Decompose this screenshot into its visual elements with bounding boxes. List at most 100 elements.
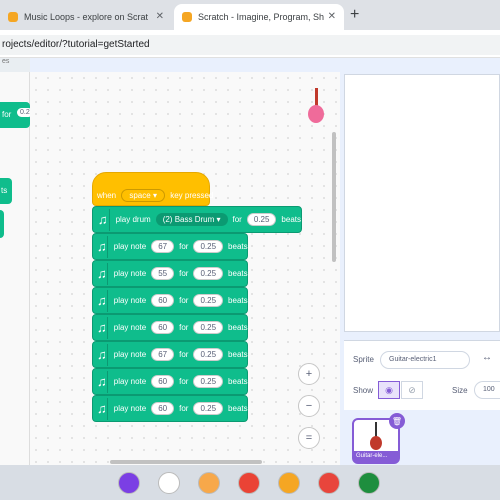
play-note-block[interactable]: ♫ play note 60 for 0.25 beats [92,368,248,395]
play-note-block[interactable]: ♫ play note 60 for 0.25 beats [92,395,248,422]
scratch-favicon-icon [182,12,192,22]
category-strip[interactable]: es [0,58,30,72]
for-label: for [232,215,242,224]
for-label: for [179,377,189,386]
url-field[interactable]: rojects/editor/?tutorial=getStarted [0,35,500,55]
scratchjr-cat-icon[interactable] [198,472,220,494]
beats-input[interactable]: 0.25 [193,402,224,415]
workspace-vertical-scrollbar[interactable] [332,132,336,262]
zoom-reset-icon: = [305,432,313,444]
browser-tab-scratch[interactable]: Scratch - Imagine, Program, Sh ✕ [174,4,344,30]
play-note-block[interactable]: ♫ play note 67 for 0.25 beats [92,233,248,260]
for-label: for [179,242,189,251]
for-label: for [179,404,189,413]
beats-input[interactable]: 0.25 [193,375,224,388]
play-drum-label: play drum [115,215,151,224]
note-input[interactable]: 60 [151,294,175,307]
scratch-icon[interactable] [278,472,300,494]
beats-label: beats [228,350,248,359]
music-note-icon: ♫ [97,235,108,258]
palette-block-partial[interactable] [0,210,4,238]
beats-input[interactable]: 0.25 [193,321,224,334]
music-note-icon: ♫ [97,208,110,231]
beats-input[interactable]: 0.25 [193,240,224,253]
note-input[interactable]: 55 [151,267,175,280]
block-palette[interactable]: for 0.2 ts [0,72,33,465]
zoom-reset-button[interactable]: = [298,427,320,449]
beats-input[interactable]: 0.25 [193,294,224,307]
music-note-icon: ♫ [97,397,108,420]
scratch-favicon-icon [8,12,18,22]
sprite-thumbnail-caption: Guitar-ele... [354,451,398,462]
note-input[interactable]: 60 [151,375,175,388]
drum-dropdown[interactable]: (2) Bass Drum ▾ [155,213,228,226]
palette-block-ts: ts [1,186,8,195]
show-hidden-button[interactable]: ⊘ [401,381,423,399]
for-label: for [179,269,189,278]
browser-tab-music-loops[interactable]: Music Loops - explore on Scrat ✕ [0,4,172,30]
for-label: for [179,296,189,305]
play-note-block[interactable]: ♫ play note 60 for 0.25 beats [92,314,248,341]
beats-input[interactable]: 0.25 [193,267,224,280]
note-input[interactable]: 60 [151,321,175,334]
play-note-label: play note [113,350,147,359]
size-input[interactable]: 100 [474,381,500,399]
note-input[interactable]: 60 [151,402,175,415]
beats-label: beats [228,269,248,278]
play-note-block[interactable]: ♫ play note 67 for 0.25 beats [92,341,248,368]
music-note-icon: ♫ [97,289,108,312]
beats-input[interactable]: 0.25 [246,213,277,226]
zoom-in-button[interactable]: + [298,363,320,385]
beats-label: beats [228,323,248,332]
play-note-label: play note [113,404,147,413]
zoom-out-icon: − [305,400,313,412]
play-note-label: play note [113,377,147,386]
music-note-icon: ♫ [97,343,108,366]
tab-close-icon[interactable]: ✕ [156,11,164,22]
key-dropdown[interactable]: space ▾ [121,189,165,202]
play-drum-block[interactable]: ♫ play drum (2) Bass Drum ▾ for 0.25 bea… [92,206,302,233]
eye-icon: ◉ [385,384,393,395]
sprite-name-input[interactable]: Guitar-electric1 [380,351,470,369]
show-label: Show [353,386,374,395]
play-note-label: play note [113,323,147,332]
workspace-horizontal-scrollbar[interactable] [110,460,262,464]
music-note-icon: ♫ [97,316,108,339]
media-app-icon[interactable] [118,472,140,494]
browser-tab-strip: Music Loops - explore on Scrat ✕ Scratch… [0,0,500,30]
beats-label: beats [228,296,248,305]
play-note-label: play note [113,296,147,305]
beats-input[interactable]: 0.25 [193,348,224,361]
palette-block-play-note[interactable]: for 0.2 [0,102,33,128]
address-bar: rojects/editor/?tutorial=getStarted [0,30,500,58]
classroom-app-icon[interactable] [358,472,380,494]
delete-sprite-button[interactable]: 🗑 [389,413,405,429]
palette-block-partial[interactable]: ts [0,178,12,204]
beats-label: beats [281,215,301,224]
play-note-block[interactable]: ♫ play note 55 for 0.25 beats [92,260,248,287]
zoom-out-button[interactable]: − [298,395,320,417]
new-tab-button[interactable]: + [350,6,359,24]
guitar-sprite-icon [370,422,382,450]
beats-label: beats [228,404,248,413]
trash-icon: 🗑 [391,416,403,426]
tab-title: Scratch - Imagine, Program, Sh [198,12,325,22]
play-note-label: play note [113,269,147,278]
play-note-block[interactable]: ♫ play note 60 for 0.25 beats [92,287,248,314]
palette-app-icon[interactable] [318,472,340,494]
note-input[interactable]: 67 [151,240,175,253]
chrome-icon[interactable] [238,472,260,494]
stage-canvas[interactable] [344,74,500,332]
music-note-icon: ♫ [97,262,108,285]
beats-label: beats [228,242,248,251]
document-app-icon[interactable] [158,472,180,494]
tab-title: Music Loops - explore on Scrat [24,12,149,22]
note-input[interactable]: 67 [151,348,175,361]
hat-when-label: when [97,191,117,200]
when-key-pressed-block[interactable]: when space ▾ key pressed [92,172,213,206]
tab-close-icon[interactable]: ✕ [328,11,336,22]
eye-off-icon: ⊘ [408,384,416,395]
for-label: for [179,350,189,359]
music-note-icon: ♫ [97,370,108,393]
show-visible-button[interactable]: ◉ [378,381,400,399]
